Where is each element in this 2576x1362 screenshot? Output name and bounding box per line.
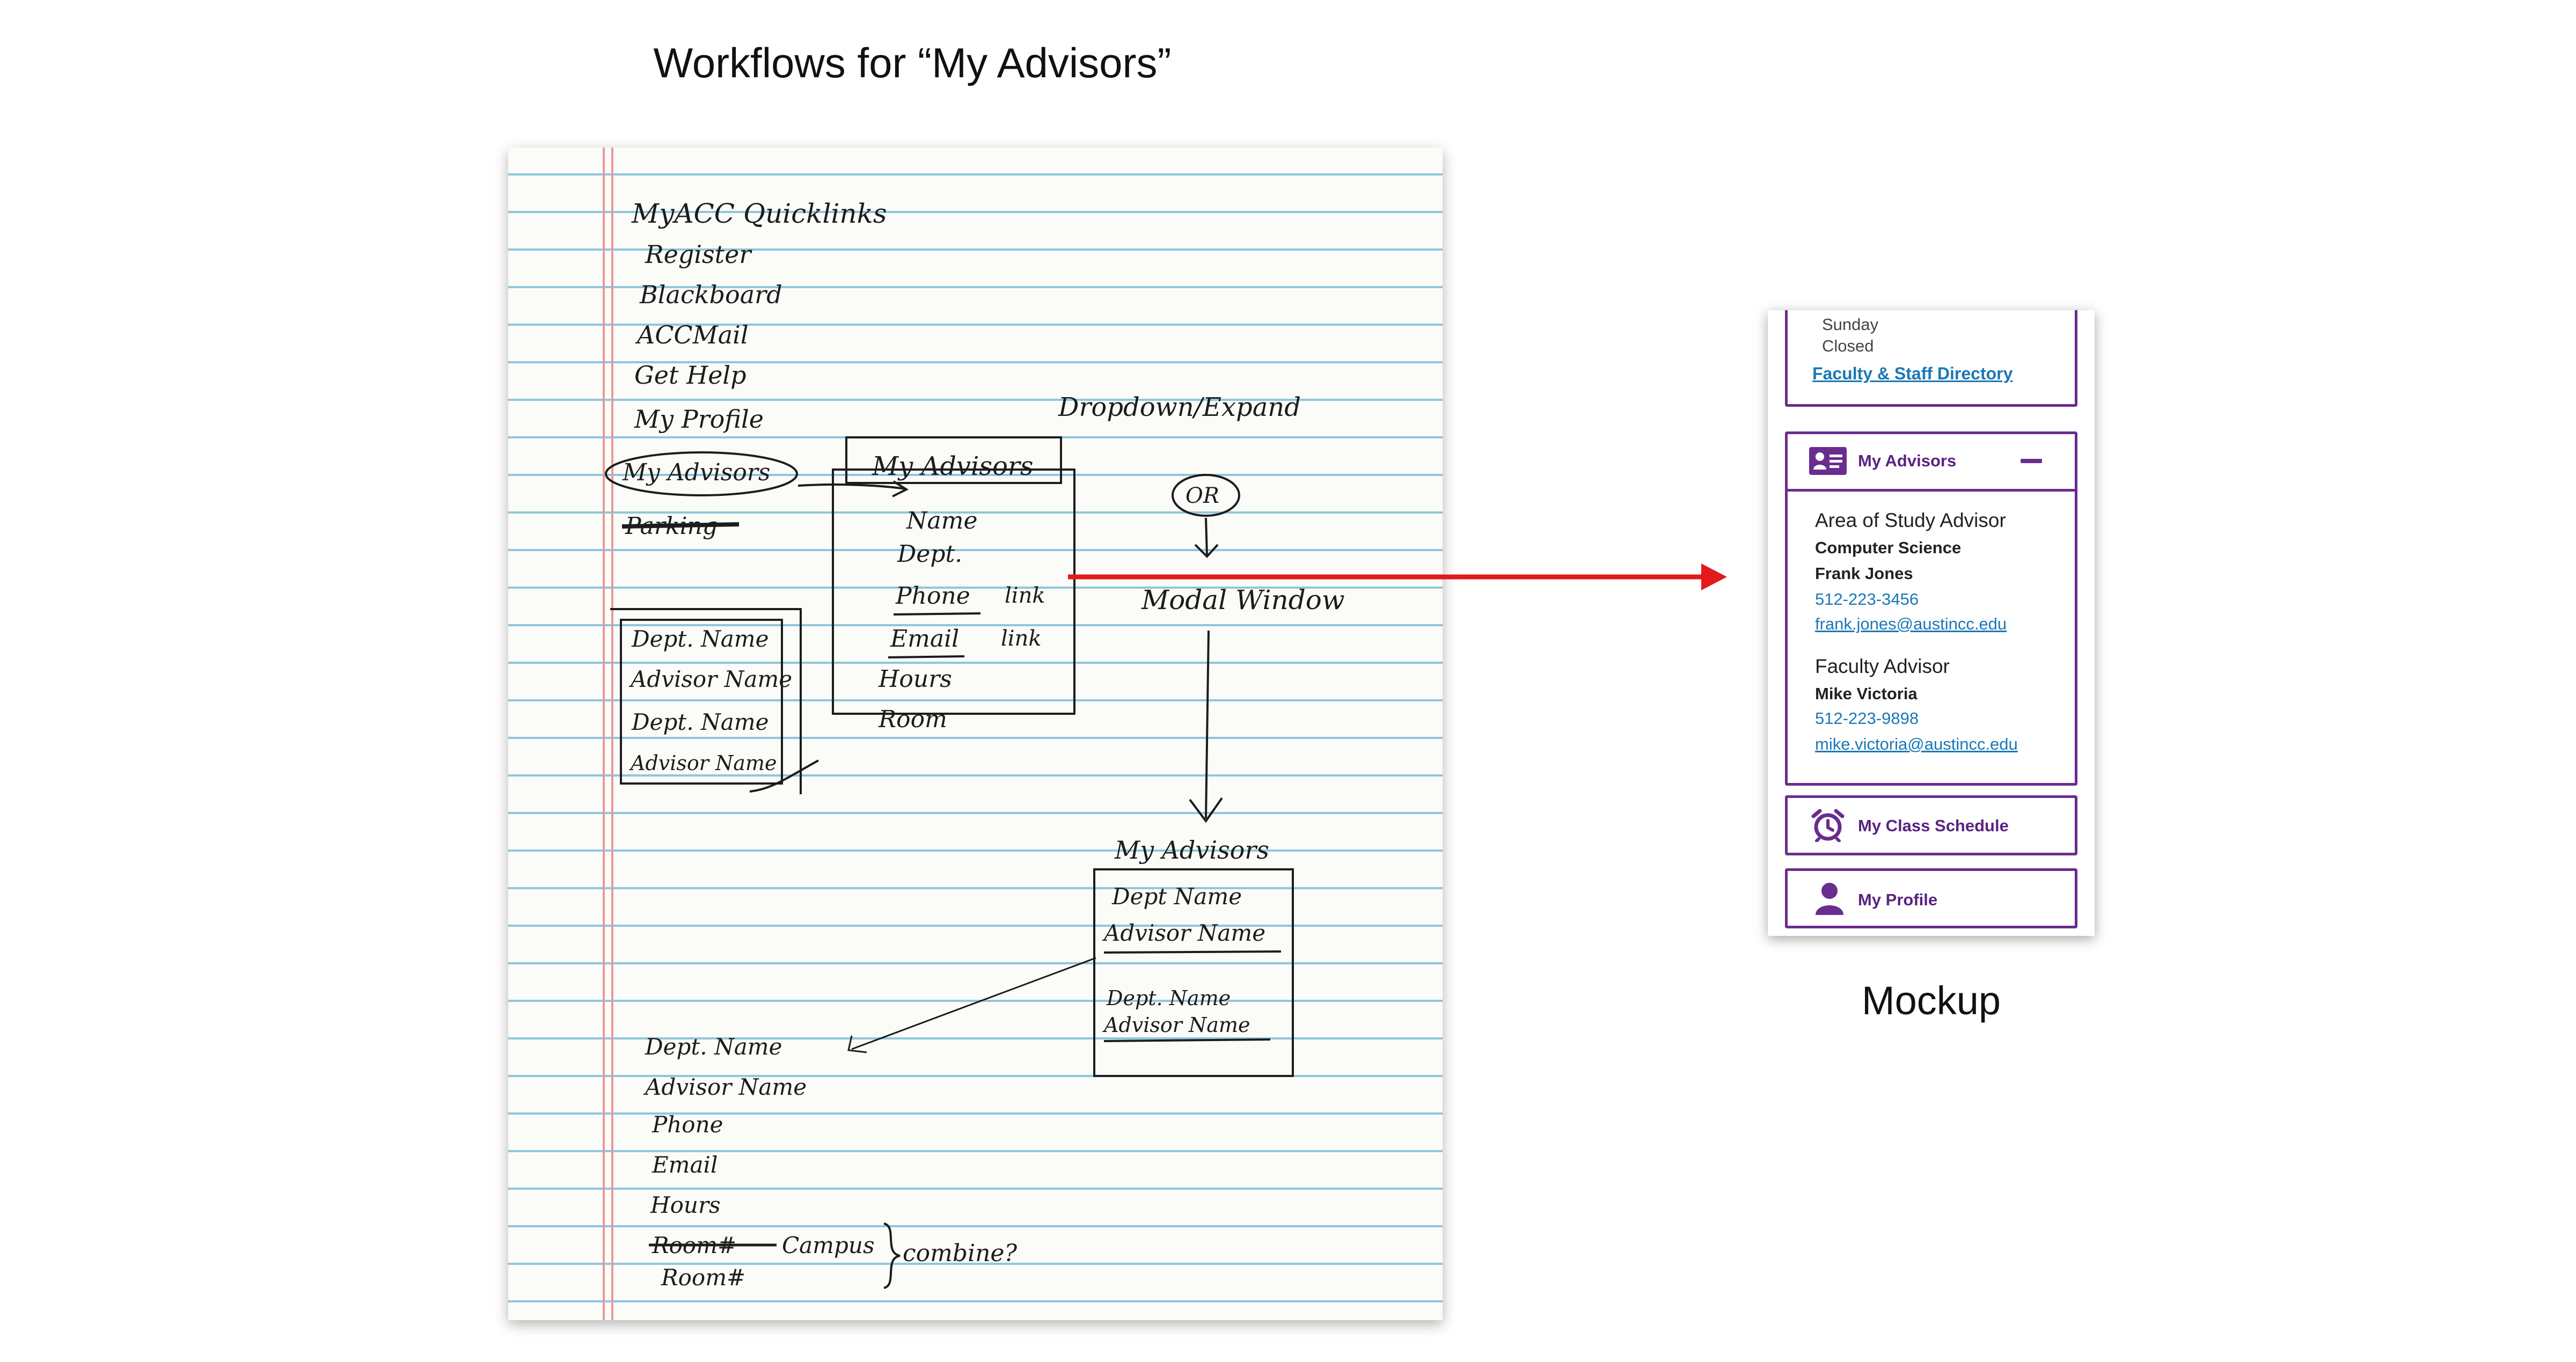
sketch-expand-field: Phone [895, 582, 970, 610]
sketch-quicklink: Blackboard [639, 280, 782, 309]
profile-card[interactable]: My Profile [1785, 868, 2077, 928]
advisor-role: Area of Study Advisor [1815, 509, 2006, 531]
mockup-phone: Sunday Closed Faculty & Staff Directory … [1768, 310, 2095, 936]
sketch-quicklink: Get Help [634, 361, 747, 390]
advisor-phone-link[interactable]: 512-223-9898 [1815, 709, 1919, 728]
sketch-expand-field: Email [890, 625, 959, 653]
faculty-directory-link[interactable]: Faculty & Staff Directory [1812, 364, 2012, 384]
sketch-expand-title: My Advisors [872, 451, 1034, 481]
class-schedule-label: My Class Schedule [1858, 816, 2009, 835]
sketch-quicklink: My Advisors [622, 459, 770, 486]
hours-status: Closed [1822, 336, 1874, 355]
sketch-detail-item: Campus [782, 1232, 875, 1258]
hours-day: Sunday [1822, 315, 1879, 334]
sketch-expand-field: Dept. [897, 540, 962, 568]
sketch-expand-field: Room [878, 706, 947, 733]
advisors-header[interactable]: My Advisors [1788, 434, 2075, 492]
advisor-email-link[interactable]: mike.victoria@austincc.edu [1815, 735, 2018, 754]
sketch-quicklink: My Profile [634, 405, 764, 434]
sketch-detail-item: Room# [661, 1264, 745, 1291]
advisors-header-label: My Advisors [1858, 451, 1957, 470]
sketch-combine-note: combine? [903, 1240, 1017, 1267]
sketch-expand-field: Name [906, 507, 978, 534]
sketch-photo: MyACC Quicklinks Register Blackboard ACC… [508, 148, 1443, 1320]
class-schedule-card[interactable]: My Class Schedule [1785, 795, 2077, 855]
sketch-modal-line: Dept. Name [1106, 986, 1231, 1010]
advisor-name: Frank Jones [1815, 564, 1913, 583]
sketch-detail-item: Email [652, 1152, 718, 1178]
id-card-icon [1809, 447, 1847, 475]
advisor-name: Mike Victoria [1815, 684, 1918, 703]
page-title: Workflows for “My Advisors” [653, 39, 1172, 86]
sketch-left-item: Dept. Name [631, 626, 769, 652]
sketch-detail-item: Dept. Name [645, 1034, 782, 1060]
profile-label: My Profile [1858, 890, 1938, 909]
advisor-role: Faculty Advisor [1815, 655, 1950, 677]
advisors-card: My Advisors Area of Study Advisor Comput… [1785, 431, 2077, 786]
sketch-expand-field: Hours [878, 665, 952, 693]
sketch-detail-item: Hours [650, 1192, 721, 1218]
advisor-phone-link[interactable]: 512-223-3456 [1815, 590, 1919, 609]
sketch-quicklinks-title: MyACC Quicklinks [631, 198, 887, 229]
minus-icon[interactable] [2021, 459, 2042, 464]
sketch-link-note: link [1001, 626, 1042, 651]
sketch-quicklink: Register [645, 240, 752, 269]
sketch-detail-item: Phone [652, 1111, 723, 1138]
sketch-modal-line: Advisor Name [1102, 920, 1265, 946]
mockup-caption: Mockup [1861, 978, 2001, 1023]
user-icon [1816, 883, 1843, 915]
sketch-modal-line: Advisor Name [1102, 1013, 1250, 1037]
alarm-clock-icon [1811, 809, 1845, 842]
sketch-dropdown-note: Dropdown/Expand [1058, 392, 1301, 422]
sketch-detail-item: Advisor Name [643, 1074, 807, 1100]
sketch-modal-line: Dept Name [1111, 883, 1242, 910]
sketch-quicklink: ACCMail [635, 320, 749, 349]
sketch-modal-title: My Advisors [1114, 836, 1269, 865]
sketch-left-item: Dept. Name [631, 709, 769, 735]
sketch-modal-note: Modal Window [1141, 584, 1345, 616]
sketch-left-item: Advisor Name [629, 751, 777, 775]
sketch-left-item: Advisor Name [628, 666, 792, 692]
sketch-link-note: link [1005, 583, 1045, 608]
sketch-or-note: OR [1185, 484, 1219, 508]
hours-card: Sunday Closed Faculty & Staff Directory [1785, 310, 2077, 407]
advisor-email-link[interactable]: frank.jones@austincc.edu [1815, 614, 2007, 634]
advisor-dept: Computer Science [1815, 538, 1962, 557]
